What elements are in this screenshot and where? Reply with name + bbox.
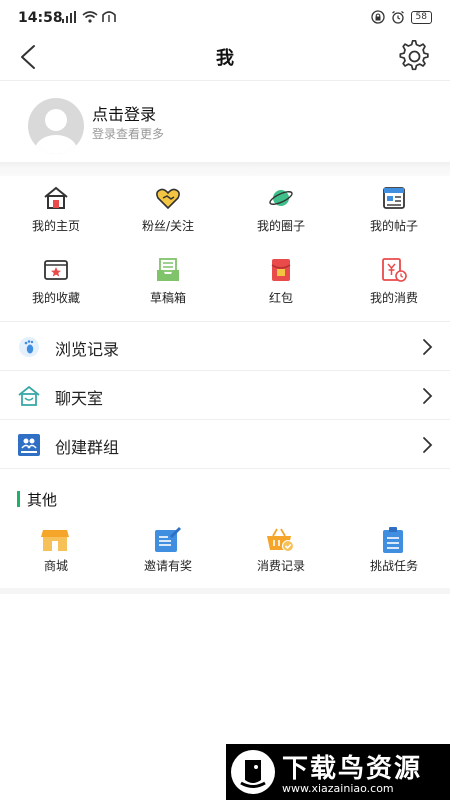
chevron-right-icon	[423, 437, 433, 453]
home-icon	[44, 186, 68, 209]
avatar[interactable]	[28, 98, 84, 154]
list-item-label: 聊天室	[55, 389, 104, 408]
grid-item-my-homepage[interactable]: 我的主页	[0, 178, 112, 242]
other-item-invite[interactable]: 邀请有奖	[112, 522, 224, 578]
grid-item-drafts[interactable]: 草稿箱	[112, 250, 224, 314]
divider	[0, 370, 450, 371]
divider	[0, 419, 450, 420]
inbox-tray-icon	[157, 258, 179, 281]
nav-bar: 我	[0, 36, 450, 81]
chevron-right-icon	[423, 339, 433, 355]
status-right: 58	[370, 10, 432, 24]
invite-pen-icon	[155, 527, 181, 552]
battery-indicator: 58	[410, 10, 432, 24]
chevron-right-icon	[423, 388, 433, 404]
feature-grid: 我的主页 粉丝/关注 我的圈子 我的帖子 我的收藏 草稿箱 红包 我的消费	[0, 178, 450, 320]
status-bar: 14:58 58	[0, 0, 450, 36]
star-window-icon	[44, 260, 68, 280]
grid-item-red-packet[interactable]: 红包	[225, 250, 337, 314]
list-item-chat-room[interactable]: 聊天室	[0, 372, 450, 420]
lock-icon	[370, 10, 385, 24]
grid-label: 红包	[268, 291, 293, 305]
settings-button[interactable]	[398, 39, 432, 73]
grid-label: 粉丝/关注	[141, 219, 195, 233]
other-item-challenge-task[interactable]: 挑战任务	[338, 522, 450, 578]
bird-logo-icon	[240, 760, 266, 788]
user-placeholder-icon	[35, 109, 77, 154]
grid-item-my-posts[interactable]: 我的帖子	[338, 178, 450, 242]
grid-label: 我的主页	[31, 219, 80, 233]
list-item-create-group[interactable]: 创建群组	[0, 421, 450, 469]
wifi-icon	[82, 11, 98, 23]
divider	[0, 321, 450, 322]
other-item-spending-record[interactable]: 消费记录	[225, 522, 337, 578]
section-divider	[0, 162, 450, 176]
gear-icon	[399, 39, 429, 71]
login-prompt[interactable]: 点击登录	[92, 101, 156, 125]
grid-label: 我的帖子	[369, 219, 418, 233]
other-item-label: 消费记录	[256, 559, 305, 573]
receipt-yuan-icon	[382, 258, 407, 282]
cellular-signal-icon	[62, 11, 76, 23]
shop-icon	[41, 530, 69, 551]
other-item-label: 商城	[43, 559, 68, 573]
section-title: 其他	[27, 491, 58, 509]
grid-label: 我的消费	[369, 291, 418, 305]
page-title: 我	[216, 48, 234, 69]
watermark-brand: 下载鸟资源	[282, 754, 423, 784]
basket-check-icon	[267, 528, 294, 552]
watermark-banner: 下载鸟资源 www.xiazainiao.com	[226, 744, 450, 800]
login-subtitle: 登录查看更多	[92, 127, 165, 141]
network-speed-icon	[102, 11, 116, 22]
alarm-icon	[391, 10, 404, 24]
login-card[interactable]: 点击登录 登录查看更多	[0, 82, 450, 162]
list-item-label: 浏览记录	[55, 340, 120, 359]
status-time: 14:58	[18, 10, 63, 26]
grid-item-my-favorites[interactable]: 我的收藏	[0, 250, 112, 314]
list-item-label: 创建群组	[55, 438, 120, 457]
other-item-label: 邀请有奖	[143, 559, 192, 573]
chat-house-icon	[18, 385, 40, 406]
section-accent-bar	[17, 491, 20, 507]
create-group-icon	[18, 434, 40, 456]
grid-item-fans-follow[interactable]: 粉丝/关注	[112, 178, 224, 242]
heart-handshake-icon	[156, 188, 180, 210]
red-envelope-icon	[271, 259, 291, 281]
clipboard-task-icon	[383, 527, 403, 553]
grid-label: 我的收藏	[31, 291, 80, 305]
divider	[0, 468, 450, 469]
signal-icons	[62, 11, 116, 23]
other-item-shop[interactable]: 商城	[0, 522, 112, 578]
other-item-label: 挑战任务	[369, 559, 418, 573]
planet-icon	[269, 190, 293, 206]
watermark-logo	[231, 750, 275, 794]
list-item-browse-history[interactable]: 浏览记录	[0, 323, 450, 371]
section-divider	[0, 588, 450, 594]
grid-item-my-spending[interactable]: 我的消费	[338, 250, 450, 314]
grid-item-my-circle[interactable]: 我的圈子	[225, 178, 337, 242]
post-card-icon	[383, 187, 405, 209]
grid-label: 草稿箱	[149, 291, 186, 305]
grid-label: 我的圈子	[256, 219, 305, 233]
footprint-icon	[19, 337, 39, 357]
watermark-url: www.xiazainiao.com	[282, 782, 394, 795]
